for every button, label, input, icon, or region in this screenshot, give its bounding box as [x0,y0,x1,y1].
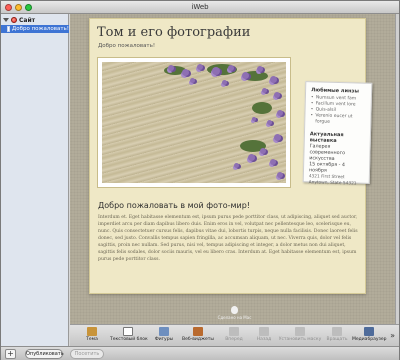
tool-label: Веб-виджеты [182,337,214,342]
welcome-heading[interactable]: Добро пожаловать в мой фото-мир! [98,201,250,210]
page-icon [7,26,10,32]
card-address-line: Anytown, State 54321 [308,180,357,187]
flower-photo[interactable] [102,62,286,183]
info-card[interactable]: Любимые линзы Numsun vent fam Facillum v… [302,81,373,187]
web-widgets-button[interactable]: Веб-виджеты [180,327,216,347]
body-text[interactable]: Interdum et. Eget habitasse elementum es… [98,214,360,263]
toolbar: Тема Текстовый блок Фигуры Веб-виджеты В… [70,324,399,346]
text-box-icon [123,327,133,336]
title-bar: iWeb [1,1,399,14]
sidebar: Сайт Добро пожаловать! [1,14,69,346]
theme-icon [87,327,97,336]
sidebar-item-label: Добро пожаловать! [11,26,69,32]
site-icon [11,17,17,23]
set-mask-button[interactable]: Установить маску [278,327,322,347]
iweb-window: iWeb Сайт Добро пожаловать! Том и его фо… [0,0,400,360]
made-on-mac-label: Сделано на Mac [217,315,252,320]
toolbar-overflow-chevron-icon[interactable]: » [390,331,395,340]
sidebar-item-welcome-page[interactable]: Добро пожаловать! [1,25,69,33]
tool-label: Фигуры [154,337,174,342]
backward-icon [259,327,269,336]
tool-label: Тема [86,337,98,342]
web-page: Том и его фотографии Добро пожаловать! Л… [89,18,373,294]
window-title: iWeb [191,3,209,11]
vertical-scrollbar[interactable] [395,14,399,346]
add-page-button[interactable]: + [5,349,16,359]
media-browser-button[interactable]: Медиабраузер [352,327,387,347]
site-label: Сайт [19,16,36,24]
forward-icon [229,327,239,336]
sidebar-site[interactable]: Сайт [1,16,69,24]
theme-button[interactable]: Тема [74,327,110,347]
bottom-bar: + Опубликовать Посетить [1,346,399,360]
photo-frame[interactable] [97,57,291,188]
page-title[interactable]: Том и его фотографии [97,25,250,40]
tool-label: Медиабраузер [352,337,387,342]
publish-button[interactable]: Опубликовать [25,349,64,359]
visit-button[interactable]: Посетить [70,349,104,359]
tool-label: Назад [256,337,272,342]
page-subtitle[interactable]: Добро пожаловать! [98,43,155,49]
send-backward-button[interactable]: Назад [246,327,282,347]
mask-icon [295,327,305,336]
apple-logo-icon [231,306,238,314]
disclosure-triangle-icon[interactable] [3,18,9,22]
widgets-icon [193,327,203,336]
card-heading-exhibition: Актуальная выставка [309,131,344,144]
card-heading-lenses: Любимые линзы [311,87,359,95]
rotate-icon [332,327,342,336]
card-list-item: Verenio eucer ut forgue [310,113,365,126]
shapes-icon [159,327,169,336]
media-browser-icon [364,327,374,336]
made-on-mac-badge[interactable]: Сделано на Mac [70,306,399,320]
page-canvas: Том и его фотографии Добро пожаловать! Л… [70,14,399,346]
tool-label: Текстовый блок [110,337,148,342]
rotate-button[interactable]: Вращать [322,327,352,347]
tool-label: Установить маску [278,337,322,342]
text-box-button[interactable]: Текстовый блок [110,327,148,347]
shapes-button[interactable]: Фигуры [146,327,182,347]
tool-label: Вращать [326,337,348,342]
